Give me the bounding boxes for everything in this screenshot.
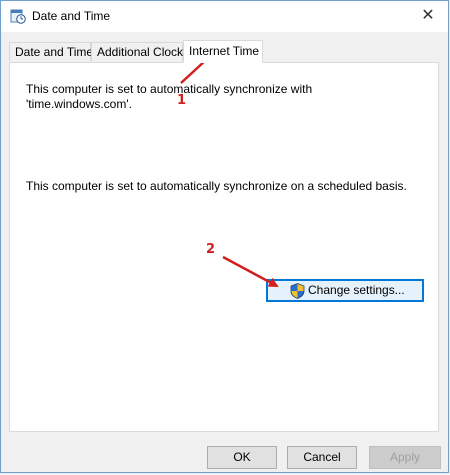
tab-internet-time[interactable]: Internet Time [183, 40, 263, 63]
sync-server-text-line2: 'time.windows.com'. [26, 97, 132, 111]
uac-shield-icon [290, 283, 305, 299]
change-settings-button[interactable]: Change settings... [266, 279, 424, 302]
sync-server-text-line1: This computer is set to automatically sy… [26, 82, 313, 96]
schedule-text: This computer is set to automatically sy… [26, 179, 407, 193]
apply-button[interactable]: Apply [369, 446, 441, 469]
annotation-marker-1: 1 [177, 93, 187, 108]
ok-button[interactable]: OK [207, 446, 277, 469]
annotation-marker-2: 2 [206, 242, 216, 257]
date-time-dialog: Date and Time ✕ Date and Time Additional… [0, 0, 449, 473]
clock-icon [10, 9, 26, 24]
tab-additional-clocks[interactable]: Additional Clocks [91, 42, 189, 61]
close-button[interactable]: ✕ [416, 4, 440, 28]
tab-date-and-time[interactable]: Date and Time [9, 42, 93, 61]
window-title: Date and Time [32, 9, 111, 23]
internet-time-panel: This computer is set to automatically sy… [9, 62, 439, 432]
cancel-button[interactable]: Cancel [287, 446, 357, 469]
change-settings-label: Change settings... [308, 283, 405, 297]
title-bar: Date and Time ✕ [1, 1, 448, 32]
